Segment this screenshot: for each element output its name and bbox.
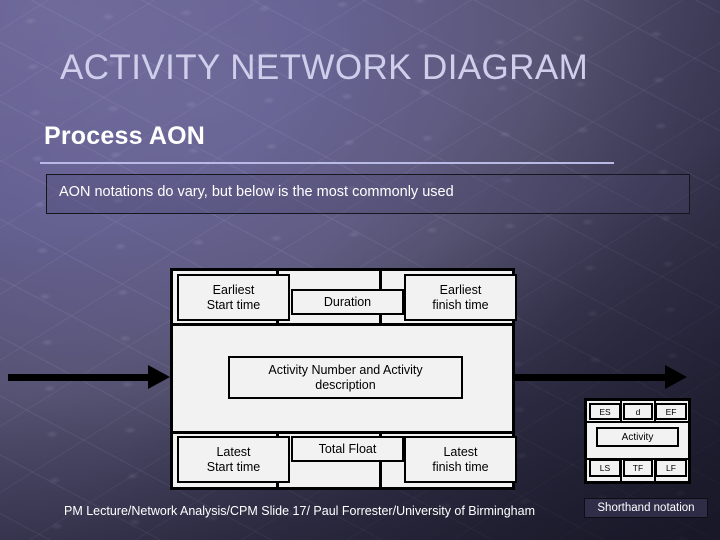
shorthand-node-diagram: ES d EF Activity LS TF LF <box>584 398 691 484</box>
cell-total-float: Total Float <box>291 436 404 462</box>
notation-note-box: AON notations do vary, but below is the … <box>46 174 690 214</box>
cell-latest-start-time-label: Latest Start time <box>207 445 261 475</box>
slide-footer: PM Lecture/Network Analysis/CPM Slide 17… <box>64 504 535 518</box>
title-divider <box>40 162 614 164</box>
cell-activity-description: Activity Number and Activity description <box>228 356 463 399</box>
cell-duration-label: Duration <box>323 294 372 309</box>
shorthand-cell-lf: LF <box>655 459 687 477</box>
shorthand-cell-activity: Activity <box>596 427 679 447</box>
shorthand-cell-duration: d <box>623 403 653 420</box>
cell-activity-description-label: Activity Number and Activity description <box>268 363 422 393</box>
activity-line1: Activity Number and Activity <box>268 362 423 377</box>
cell-latest-finish-time-label: Latest finish time <box>432 445 488 475</box>
node-grid-line-top <box>173 323 512 326</box>
latest-start-line2: Start time <box>206 459 261 474</box>
incoming-arrow-shaft <box>8 374 153 381</box>
shorthand-cell-ef: EF <box>655 403 687 420</box>
cell-earliest-finish-time: Earliest finish time <box>404 274 517 321</box>
earliest-start-line2: Start time <box>206 297 261 312</box>
outgoing-arrow-shaft <box>505 374 670 381</box>
aon-node-diagram: Earliest Start time Duration Earliest fi… <box>170 268 517 490</box>
cell-total-float-label: Total Float <box>318 441 377 456</box>
earliest-start-line1: Earliest <box>212 282 255 297</box>
shorthand-grid-line-top <box>587 421 688 423</box>
shorthand-cell-tf: TF <box>623 459 653 477</box>
latest-finish-line1: Latest <box>443 444 478 459</box>
node-grid-line-bottom <box>173 431 512 434</box>
activity-line2: description <box>315 377 376 392</box>
latest-start-line1: Latest <box>216 444 251 459</box>
outgoing-arrow-head <box>665 365 687 389</box>
shorthand-cell-ls: LS <box>589 459 621 477</box>
earliest-finish-line1: Earliest <box>439 282 482 297</box>
cell-latest-finish-time: Latest finish time <box>404 436 517 483</box>
latest-finish-line2: finish time <box>432 459 489 474</box>
notation-note-text: AON notations do vary, but below is the … <box>59 184 454 200</box>
cell-duration: Duration <box>291 289 404 315</box>
cell-earliest-finish-time-label: Earliest finish time <box>432 283 488 313</box>
cell-latest-start-time: Latest Start time <box>177 436 290 483</box>
outgoing-arrow <box>505 362 705 392</box>
page-title: ACTIVITY NETWORK DIAGRAM <box>60 48 589 87</box>
shorthand-cell-es: ES <box>589 403 621 420</box>
incoming-arrow <box>8 362 173 392</box>
cell-earliest-start-time: Earliest Start time <box>177 274 290 321</box>
slide-canvas: ACTIVITY NETWORK DIAGRAM Process AON AON… <box>0 0 720 540</box>
section-subtitle: Process AON <box>44 122 206 150</box>
earliest-finish-line2: finish time <box>432 297 489 312</box>
cell-earliest-start-time-label: Earliest Start time <box>207 283 261 313</box>
shorthand-notation-caption: Shorthand notation <box>584 498 708 518</box>
incoming-arrow-head <box>148 365 170 389</box>
